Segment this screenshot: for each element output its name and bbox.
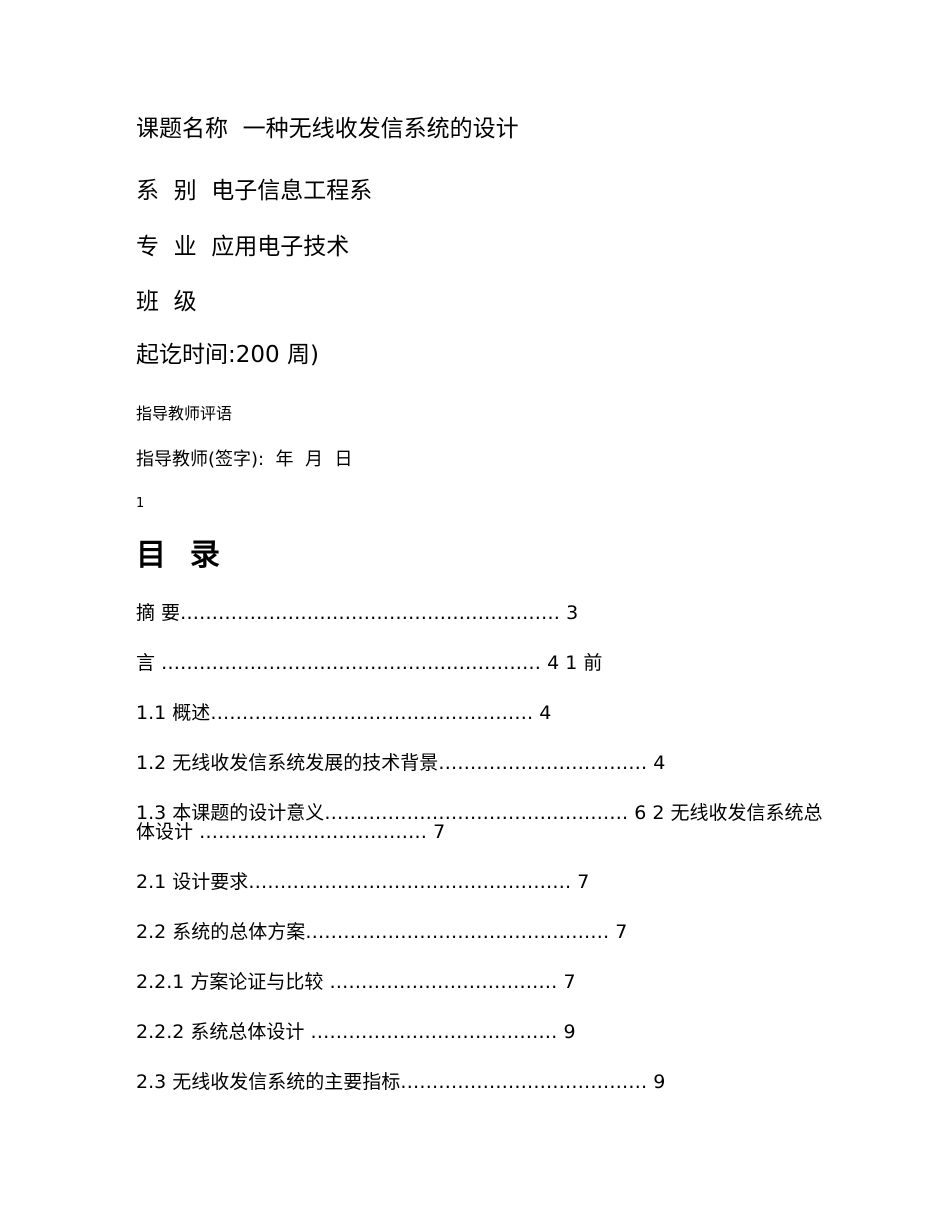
advisor-comment-label: 指导教师评语 — [136, 404, 233, 423]
toc-entry: 2.2.2 系统总体设计 ………………………………… 9 — [136, 1021, 576, 1043]
cover-line-class: 班 级 — [136, 289, 197, 315]
toc-heading: 目 录 — [136, 538, 221, 573]
toc-entry: 2.2 系统的总体方案………………………………………… 7 — [136, 921, 628, 943]
toc-entry: 摘 要…………………………………………………… 3 — [136, 602, 579, 624]
toc-entry: 1.1 概述…………………………………………… 4 — [136, 702, 552, 724]
document-page: 课题名称 一种无线收发信系统的设计 系 别 电子信息工程系 专 业 应用电子技术… — [0, 0, 950, 1230]
toc-list: 摘 要…………………………………………………… 3 言 ………………………………… — [136, 604, 836, 1092]
cover-line-title: 课题名称 一种无线收发信系统的设计 — [136, 116, 519, 142]
cover-line-major: 专 业 应用电子技术 — [136, 234, 350, 260]
toc-entry: 2.1 设计要求…………………………………………… 7 — [136, 871, 590, 893]
toc-entry: 言 …………………………………………………… 4 1 前 — [136, 652, 603, 674]
cover-line-department: 系 别 电子信息工程系 — [136, 178, 373, 204]
toc-entry: 2.2.1 方案论证与比较 ……………………………… 7 — [136, 971, 576, 993]
page-number: 1 — [136, 496, 145, 511]
cover-line-duration: 起讫时间:200 周) — [136, 342, 319, 368]
advisor-signature-line: 指导教师(签字): 年 月 日 — [136, 449, 353, 470]
toc-entry: 2.3 无线收发信系统的主要指标………………………………… 9 — [136, 1071, 666, 1093]
toc-entry: 1.2 无线收发信系统发展的技术背景…………………………… 4 — [136, 752, 666, 774]
toc-entry: 1.3 本课题的设计意义………………………………………… 6 2 无线收发信系统… — [136, 802, 823, 843]
